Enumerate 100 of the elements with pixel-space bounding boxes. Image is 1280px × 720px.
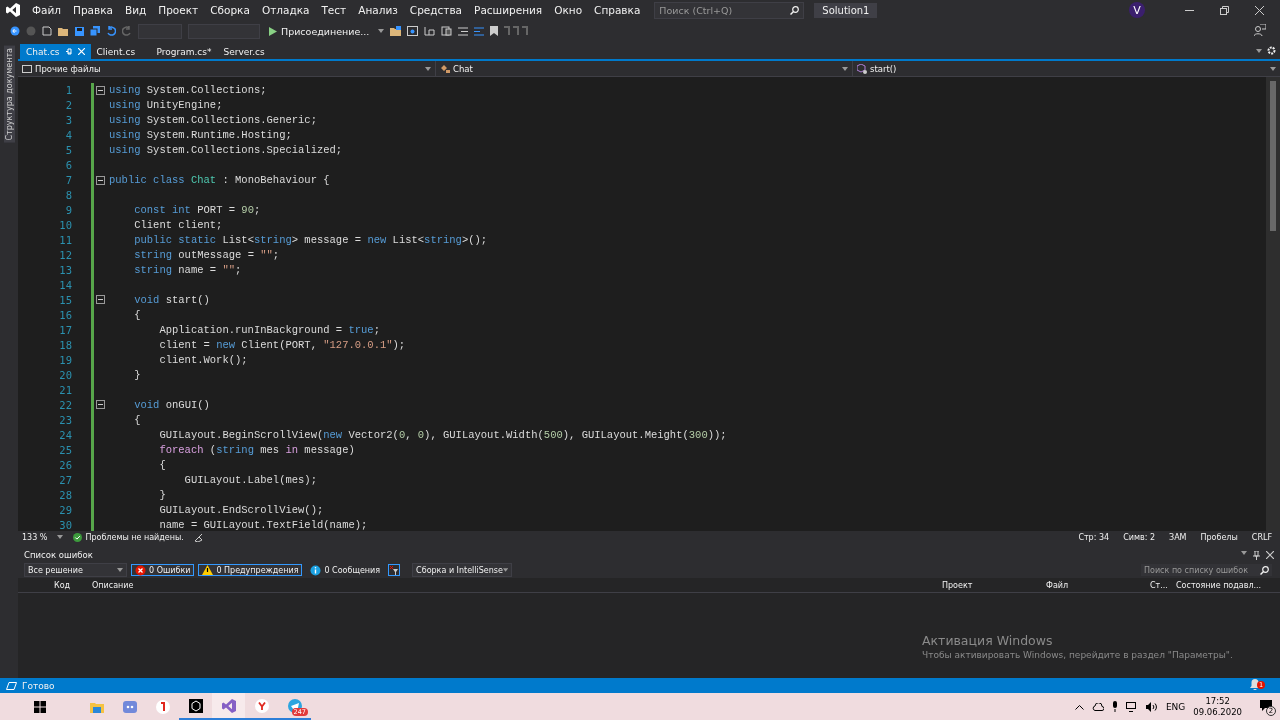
dropdown-caret-icon[interactable]: [1256, 48, 1262, 53]
dropdown-caret-icon[interactable]: [842, 66, 848, 71]
filter-toggle[interactable]: 0 Предупреждения: [198, 564, 303, 576]
visual-studio-logo-icon: [6, 3, 20, 17]
scope-dropdown[interactable]: Все решение: [24, 563, 127, 577]
outdent-icon[interactable]: [474, 26, 485, 36]
menu-item[interactable]: Справка: [588, 4, 647, 16]
browser-y-icon[interactable]: [254, 698, 269, 713]
code-line: public class Chat : MonoBehaviour {: [109, 173, 330, 188]
column-header[interactable]: Файл: [1042, 580, 1146, 590]
dropdown-caret-icon[interactable]: [117, 568, 123, 572]
settings-icon[interactable]: [1267, 46, 1276, 55]
browser-icon[interactable]: [407, 26, 419, 36]
document-outline-tab[interactable]: Структура документа: [3, 46, 15, 143]
menu-item[interactable]: Отладка: [255, 4, 316, 16]
action-center-icon[interactable]: [1260, 700, 1272, 711]
clear-filter-icon[interactable]: [388, 564, 401, 576]
code-line: using System.Collections.Generic;: [109, 113, 317, 128]
clock[interactable]: 17:52 09.06.2020: [1193, 695, 1242, 718]
save-icon[interactable]: [75, 26, 84, 36]
input-language[interactable]: ENG: [1165, 701, 1186, 712]
code-line: GUILayout.BeginScrollView(new Vector2(0, 0), GUILayout.Width(500), GUILayout.Meight(300));: [158, 428, 727, 443]
search-field[interactable]: Поиск по списку ошибок: [1141, 564, 1272, 576]
column-header[interactable]: Состояние подавл...: [1172, 580, 1276, 590]
zoom-level[interactable]: 133 %: [22, 532, 48, 542]
issues-status[interactable]: Проблемы не найдены.: [73, 532, 184, 542]
back-icon[interactable]: [10, 26, 20, 36]
menu-item[interactable]: Файл: [26, 4, 67, 16]
collapse-icon[interactable]: [96, 85, 105, 95]
file-tab[interactable]: Program.cs*: [150, 44, 218, 59]
file-tab[interactable]: Server.cs: [217, 44, 278, 59]
account-avatar[interactable]: V: [1129, 2, 1145, 18]
search-field[interactable]: Поиск (Ctrl+Q): [654, 1, 805, 19]
volume-icon[interactable]: [1145, 701, 1158, 712]
source-dropdown[interactable]: Сборка и IntelliSense: [412, 563, 513, 577]
member-dropdown[interactable]: start(): [853, 61, 1280, 76]
brush-icon[interactable]: [193, 532, 203, 542]
folder-icon[interactable]: [390, 26, 402, 36]
code-line: void start(): [133, 293, 210, 308]
save-all-icon[interactable]: [90, 26, 100, 36]
code-line: name = GUILayout.TextField(name);: [158, 518, 368, 531]
line-ending[interactable]: CRLF: [1251, 532, 1272, 542]
menu-item[interactable]: Окно: [548, 4, 589, 16]
code-line: {: [133, 413, 141, 428]
dropdown-caret-icon[interactable]: [425, 66, 431, 71]
code-line: void onGUI(): [133, 398, 210, 413]
code-line: using System.Collections.Specialized;: [109, 143, 343, 158]
type-dropdown[interactable]: Chat: [436, 61, 853, 76]
menu-item[interactable]: Сборка: [204, 4, 256, 16]
visual-studio-icon[interactable]: [221, 698, 236, 713]
menu-item[interactable]: Расширения: [468, 4, 549, 16]
menu-item[interactable]: Тест: [315, 4, 353, 16]
filter-toggle[interactable]: 0 Сообщения: [306, 564, 385, 576]
menu-item[interactable]: Вид: [119, 4, 153, 16]
filter-toggle[interactable]: 0 Ошибки: [131, 564, 195, 576]
code-line: GUILayout.EndScrollView();: [158, 503, 324, 518]
feedback-icon[interactable]: [1254, 23, 1266, 36]
collapse-icon[interactable]: [96, 399, 105, 409]
dropdown-caret-icon[interactable]: [1270, 66, 1276, 71]
collapse-icon[interactable]: [96, 175, 105, 185]
windows-start-icon[interactable]: [34, 700, 46, 713]
network-icon[interactable]: [1125, 701, 1138, 712]
dropdown-caret-icon[interactable]: [57, 535, 64, 539]
close-icon[interactable]: [1266, 550, 1274, 559]
column-header[interactable]: Проект: [938, 580, 1042, 590]
menu-item[interactable]: Средства: [403, 4, 469, 16]
indent-icon[interactable]: [458, 26, 469, 36]
game-engine-icon[interactable]: [188, 698, 203, 713]
cloud-icon[interactable]: [1091, 702, 1104, 711]
attach-button[interactable]: Присоединение...: [266, 24, 373, 38]
bookmark-icon[interactable]: [490, 26, 499, 36]
file-explorer-icon[interactable]: [89, 700, 104, 713]
new-project-icon[interactable]: [42, 26, 52, 36]
file-tab[interactable]: Client.cs: [90, 44, 151, 59]
dropdown-caret-icon[interactable]: [502, 568, 509, 572]
dropdown-caret-icon[interactable]: [378, 29, 385, 33]
menu-item[interactable]: Анализ: [352, 4, 404, 16]
document-icon[interactable]: [441, 26, 453, 36]
undo-icon[interactable]: [106, 26, 116, 36]
vertical-scrollbar[interactable]: [1266, 77, 1280, 531]
column-header[interactable]: Ст...: [1146, 580, 1172, 590]
line-number: 1: [64, 83, 72, 98]
pin-icon[interactable]: [1253, 550, 1260, 560]
microphone-icon[interactable]: [1111, 701, 1118, 712]
menu-item[interactable]: Правка: [67, 4, 119, 16]
collapse-icon[interactable]: [96, 295, 105, 305]
browser-app-icon[interactable]: [155, 699, 170, 714]
chevron-up-icon[interactable]: [1074, 703, 1084, 710]
close-icon[interactable]: [1255, 5, 1264, 15]
indentation-mode[interactable]: Пробелы: [1200, 532, 1238, 542]
dropdown-caret-icon[interactable]: [1241, 550, 1247, 555]
project-dropdown[interactable]: Прочие файлы: [18, 61, 436, 76]
column-header[interactable]: Код: [50, 580, 88, 590]
redo-icon[interactable]: [122, 26, 132, 36]
play-icon: [269, 26, 277, 36]
restore-icon[interactable]: [1220, 5, 1229, 15]
chat-app-icon[interactable]: [122, 700, 137, 713]
column-header[interactable]: Описание: [88, 580, 938, 590]
open-folder-icon[interactable]: [58, 26, 69, 36]
menu-item[interactable]: Проект: [152, 4, 205, 16]
